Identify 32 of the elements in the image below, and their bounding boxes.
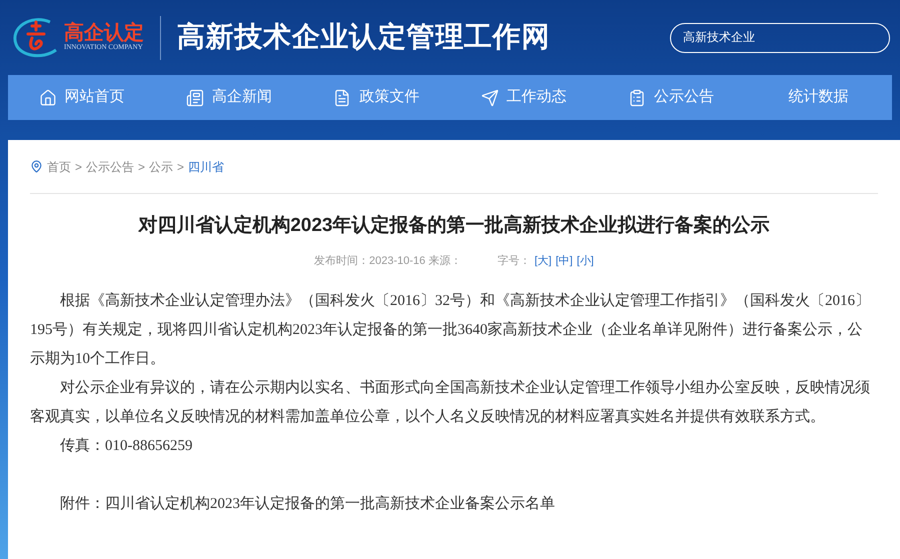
article-title: 对四川省认定机构2023年认定报备的第一批高新技术企业拟进行备案的公示 <box>137 213 771 238</box>
site-title: 高新技术企业认定管理工作网 <box>177 20 550 54</box>
paper-plane-icon <box>480 88 499 106</box>
document-icon <box>333 88 352 106</box>
nav-link[interactable]: 工作动态 <box>450 86 598 109</box>
breadcrumb-link[interactable]: 公示公告 <box>86 158 134 176</box>
breadcrumb-link[interactable]: 首页 <box>47 158 71 176</box>
attachment-link[interactable]: 附件：四川省认定机构2023年认定报备的第一批高新技术企业备案公示名单 <box>30 490 872 519</box>
home-icon <box>38 88 57 106</box>
body-paragraph: 对公示企业有异议的，请在公示期内以实名、书面形式向全国高新技术企业认定管理工作领导小组办公室反映，反映情况须客观真实，以单位名义反映情况的材料需加盖单位公章，以个人名义反映情况的材料应署真实姓名并提供有效联系方式。 <box>30 378 871 427</box>
nav-link[interactable]: 政策文件 <box>302 86 450 109</box>
breadcrumb-link[interactable]: 四川省 <box>188 158 224 176</box>
body-paragraph: 传真：010-88656259 <box>59 436 194 456</box>
nav-link[interactable]: 统计数据 <box>744 86 892 109</box>
breadcrumb-link[interactable]: 公示 <box>149 158 174 176</box>
nav-link[interactable]: 网站首页 <box>8 86 156 109</box>
nav-link[interactable]: 高企新闻 <box>155 86 303 109</box>
breadcrumb-separator: > <box>138 158 146 176</box>
logo-text: 高企认定 <box>64 23 144 44</box>
nav-link[interactable]: 公示公告 <box>597 86 745 109</box>
breadcrumb-separator: > <box>177 158 184 176</box>
location-icon <box>30 160 43 173</box>
search-field[interactable]: 高新技术企业 <box>670 22 890 52</box>
body-paragraph: 根据《高新技术企业认定管理办法》（国科发火〔2016〕32号）和《高新技术企业认定管理工作指引》（国科发火〔2016〕195号）有关规定，现将四川省认定机构2023年认定报备的第一批3640家高新技术企业（企业名单详见附件）进行备案公示，公示期为10个工作日。 <box>30 291 871 369</box>
clipboard-icon <box>628 88 646 106</box>
breadcrumb-separator: > <box>75 158 82 176</box>
newspaper-icon <box>186 88 204 106</box>
publish-meta: 发布时间：2023-10-16 来源： <box>314 254 462 268</box>
font-size-link[interactable]: [中] <box>556 252 573 269</box>
font-size-label: 字号： <box>497 254 530 268</box>
font-size-link[interactable]: [大] <box>534 252 552 269</box>
font-size-link[interactable]: [小] <box>576 252 594 269</box>
